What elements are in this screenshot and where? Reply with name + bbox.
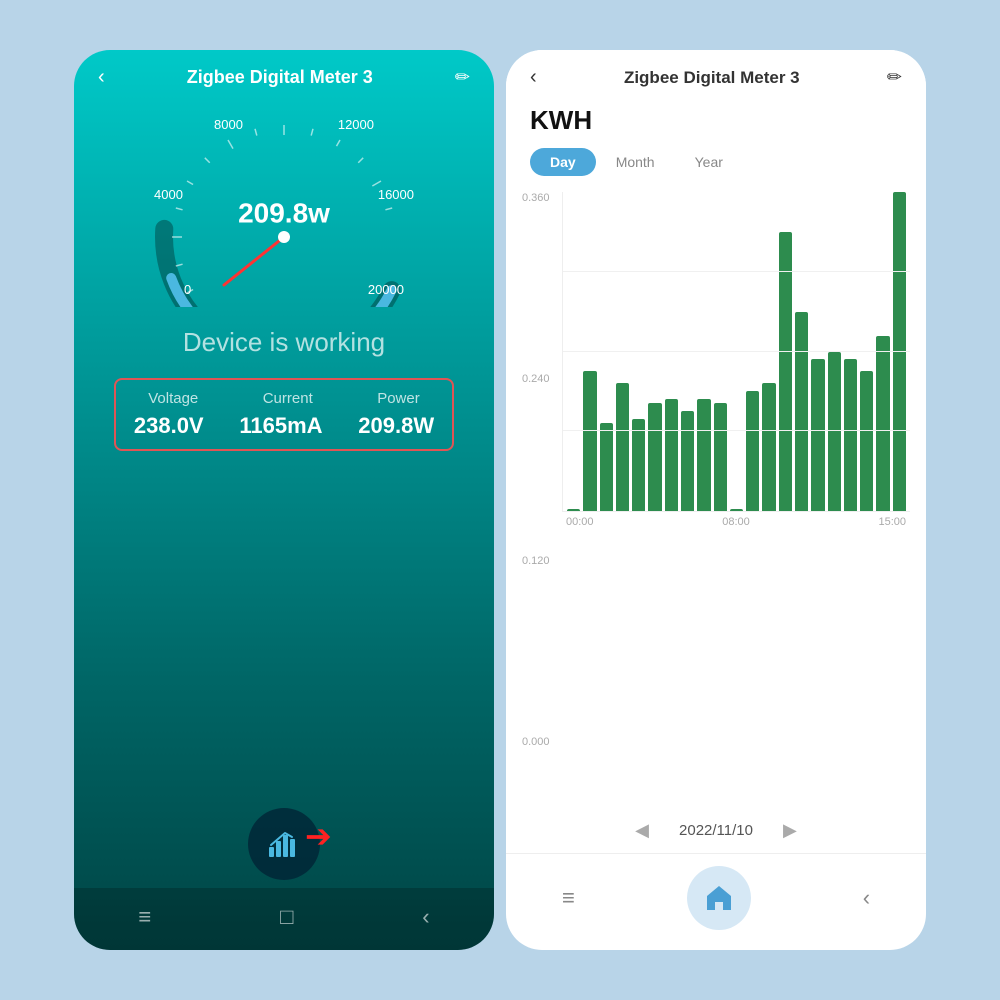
right-bottom-nav: ≡ ‹ bbox=[506, 853, 926, 950]
voltage-value: 238.0V bbox=[134, 413, 204, 439]
right-back-arrow[interactable]: ‹ bbox=[530, 66, 537, 89]
bar-8 bbox=[697, 399, 710, 511]
tab-month[interactable]: Month bbox=[596, 148, 675, 176]
date-display: 2022/11/10 bbox=[679, 822, 753, 839]
voltage-label: Voltage bbox=[148, 390, 198, 407]
bar-20 bbox=[893, 192, 906, 511]
y-label-240: 0.240 bbox=[522, 373, 550, 385]
bar-11 bbox=[746, 391, 759, 511]
left-edit-icon[interactable]: ✏ bbox=[455, 67, 470, 88]
right-nav-back[interactable]: ‹ bbox=[863, 885, 870, 911]
left-header: ‹ Zigbee Digital Meter 3 ✏ bbox=[74, 50, 494, 97]
bar-15 bbox=[811, 359, 824, 511]
gauge-container: 8000 12000 4000 16000 0 20000 bbox=[144, 107, 424, 307]
device-status: Device is working bbox=[183, 327, 385, 358]
tab-year[interactable]: Year bbox=[675, 148, 743, 176]
date-prev[interactable]: ◀ bbox=[635, 820, 649, 841]
home-icon bbox=[703, 882, 735, 914]
x-labels: 00:00 08:00 15:00 bbox=[562, 512, 910, 528]
bar-13 bbox=[779, 232, 792, 511]
gauge-label-0: 0 bbox=[184, 282, 191, 297]
date-next[interactable]: ▶ bbox=[783, 820, 797, 841]
power-value: 209.8W bbox=[358, 413, 434, 439]
gauge-label-16000: 16000 bbox=[378, 187, 414, 202]
bar-2 bbox=[600, 423, 613, 511]
stats-values: 238.0V 1165mA 209.8W bbox=[116, 413, 452, 439]
bar-12 bbox=[762, 383, 775, 511]
bar-6 bbox=[665, 399, 678, 511]
bar-18 bbox=[860, 371, 873, 511]
bar-5 bbox=[648, 403, 661, 511]
gauge-label-8000: 8000 bbox=[214, 117, 243, 132]
gauge-value: 209.8w bbox=[238, 197, 330, 229]
left-nav-home[interactable]: □ bbox=[280, 904, 293, 930]
right-nav-menu[interactable]: ≡ bbox=[562, 885, 575, 911]
tab-day[interactable]: Day bbox=[530, 148, 596, 176]
x-label-08: 08:00 bbox=[722, 516, 750, 528]
stats-labels: Voltage Current Power bbox=[116, 390, 452, 407]
bar-1 bbox=[583, 371, 596, 511]
bar-17 bbox=[844, 359, 857, 511]
bar-3 bbox=[616, 383, 629, 511]
grid-line-3 bbox=[563, 271, 910, 272]
left-nav-back[interactable]: ‹ bbox=[422, 904, 429, 930]
gauge-label-4000: 4000 bbox=[154, 187, 183, 202]
x-label-15: 15:00 bbox=[878, 516, 906, 528]
power-label: Power bbox=[377, 390, 420, 407]
right-phone-title: Zigbee Digital Meter 3 bbox=[624, 68, 800, 88]
bar-0 bbox=[567, 509, 580, 511]
chart-icon bbox=[265, 825, 303, 863]
left-phone: ‹ Zigbee Digital Meter 3 ✏ 8000 12000 40… bbox=[74, 50, 494, 950]
bar-14 bbox=[795, 312, 808, 511]
current-label: Current bbox=[263, 390, 313, 407]
left-bottom-nav: ≡ □ ‹ bbox=[74, 888, 494, 950]
y-label-360: 0.360 bbox=[522, 192, 550, 204]
gauge-label-12000: 12000 bbox=[338, 117, 374, 132]
right-edit-icon[interactable]: ✏ bbox=[887, 67, 902, 88]
chart-area: 0.000 0.120 0.240 0.360 00:00 08:00 15:0… bbox=[506, 192, 926, 808]
tab-bar: Day Month Year bbox=[506, 148, 926, 176]
bar-16 bbox=[828, 352, 841, 512]
left-nav-menu[interactable]: ≡ bbox=[138, 904, 151, 930]
bar-4 bbox=[632, 419, 645, 511]
right-header: ‹ Zigbee Digital Meter 3 ✏ bbox=[506, 50, 926, 97]
left-back-arrow[interactable]: ‹ bbox=[98, 66, 105, 89]
y-label-120: 0.120 bbox=[522, 555, 550, 567]
grid-line-1 bbox=[563, 430, 910, 431]
stats-box: Voltage Current Power 238.0V 1165mA 209.… bbox=[114, 378, 454, 451]
kwh-title: KWH bbox=[506, 97, 926, 148]
gauge-label-20000: 20000 bbox=[368, 282, 404, 297]
right-phone: ‹ Zigbee Digital Meter 3 ✏ KWH Day Month… bbox=[506, 50, 926, 950]
bar-19 bbox=[876, 336, 889, 511]
red-arrow: ➔ bbox=[305, 817, 332, 855]
left-phone-title: Zigbee Digital Meter 3 bbox=[187, 67, 373, 88]
bar-chart bbox=[562, 192, 910, 512]
date-nav: ◀ 2022/11/10 ▶ bbox=[506, 808, 926, 853]
bar-10 bbox=[730, 509, 743, 511]
y-label-0: 0.000 bbox=[522, 736, 550, 748]
bar-7 bbox=[681, 411, 694, 511]
x-label-00: 00:00 bbox=[566, 516, 594, 528]
home-button[interactable] bbox=[687, 866, 751, 930]
bar-9 bbox=[714, 403, 727, 511]
y-labels: 0.000 0.120 0.240 0.360 bbox=[522, 192, 550, 748]
grid-line-2 bbox=[563, 351, 910, 352]
current-value: 1165mA bbox=[239, 413, 322, 439]
